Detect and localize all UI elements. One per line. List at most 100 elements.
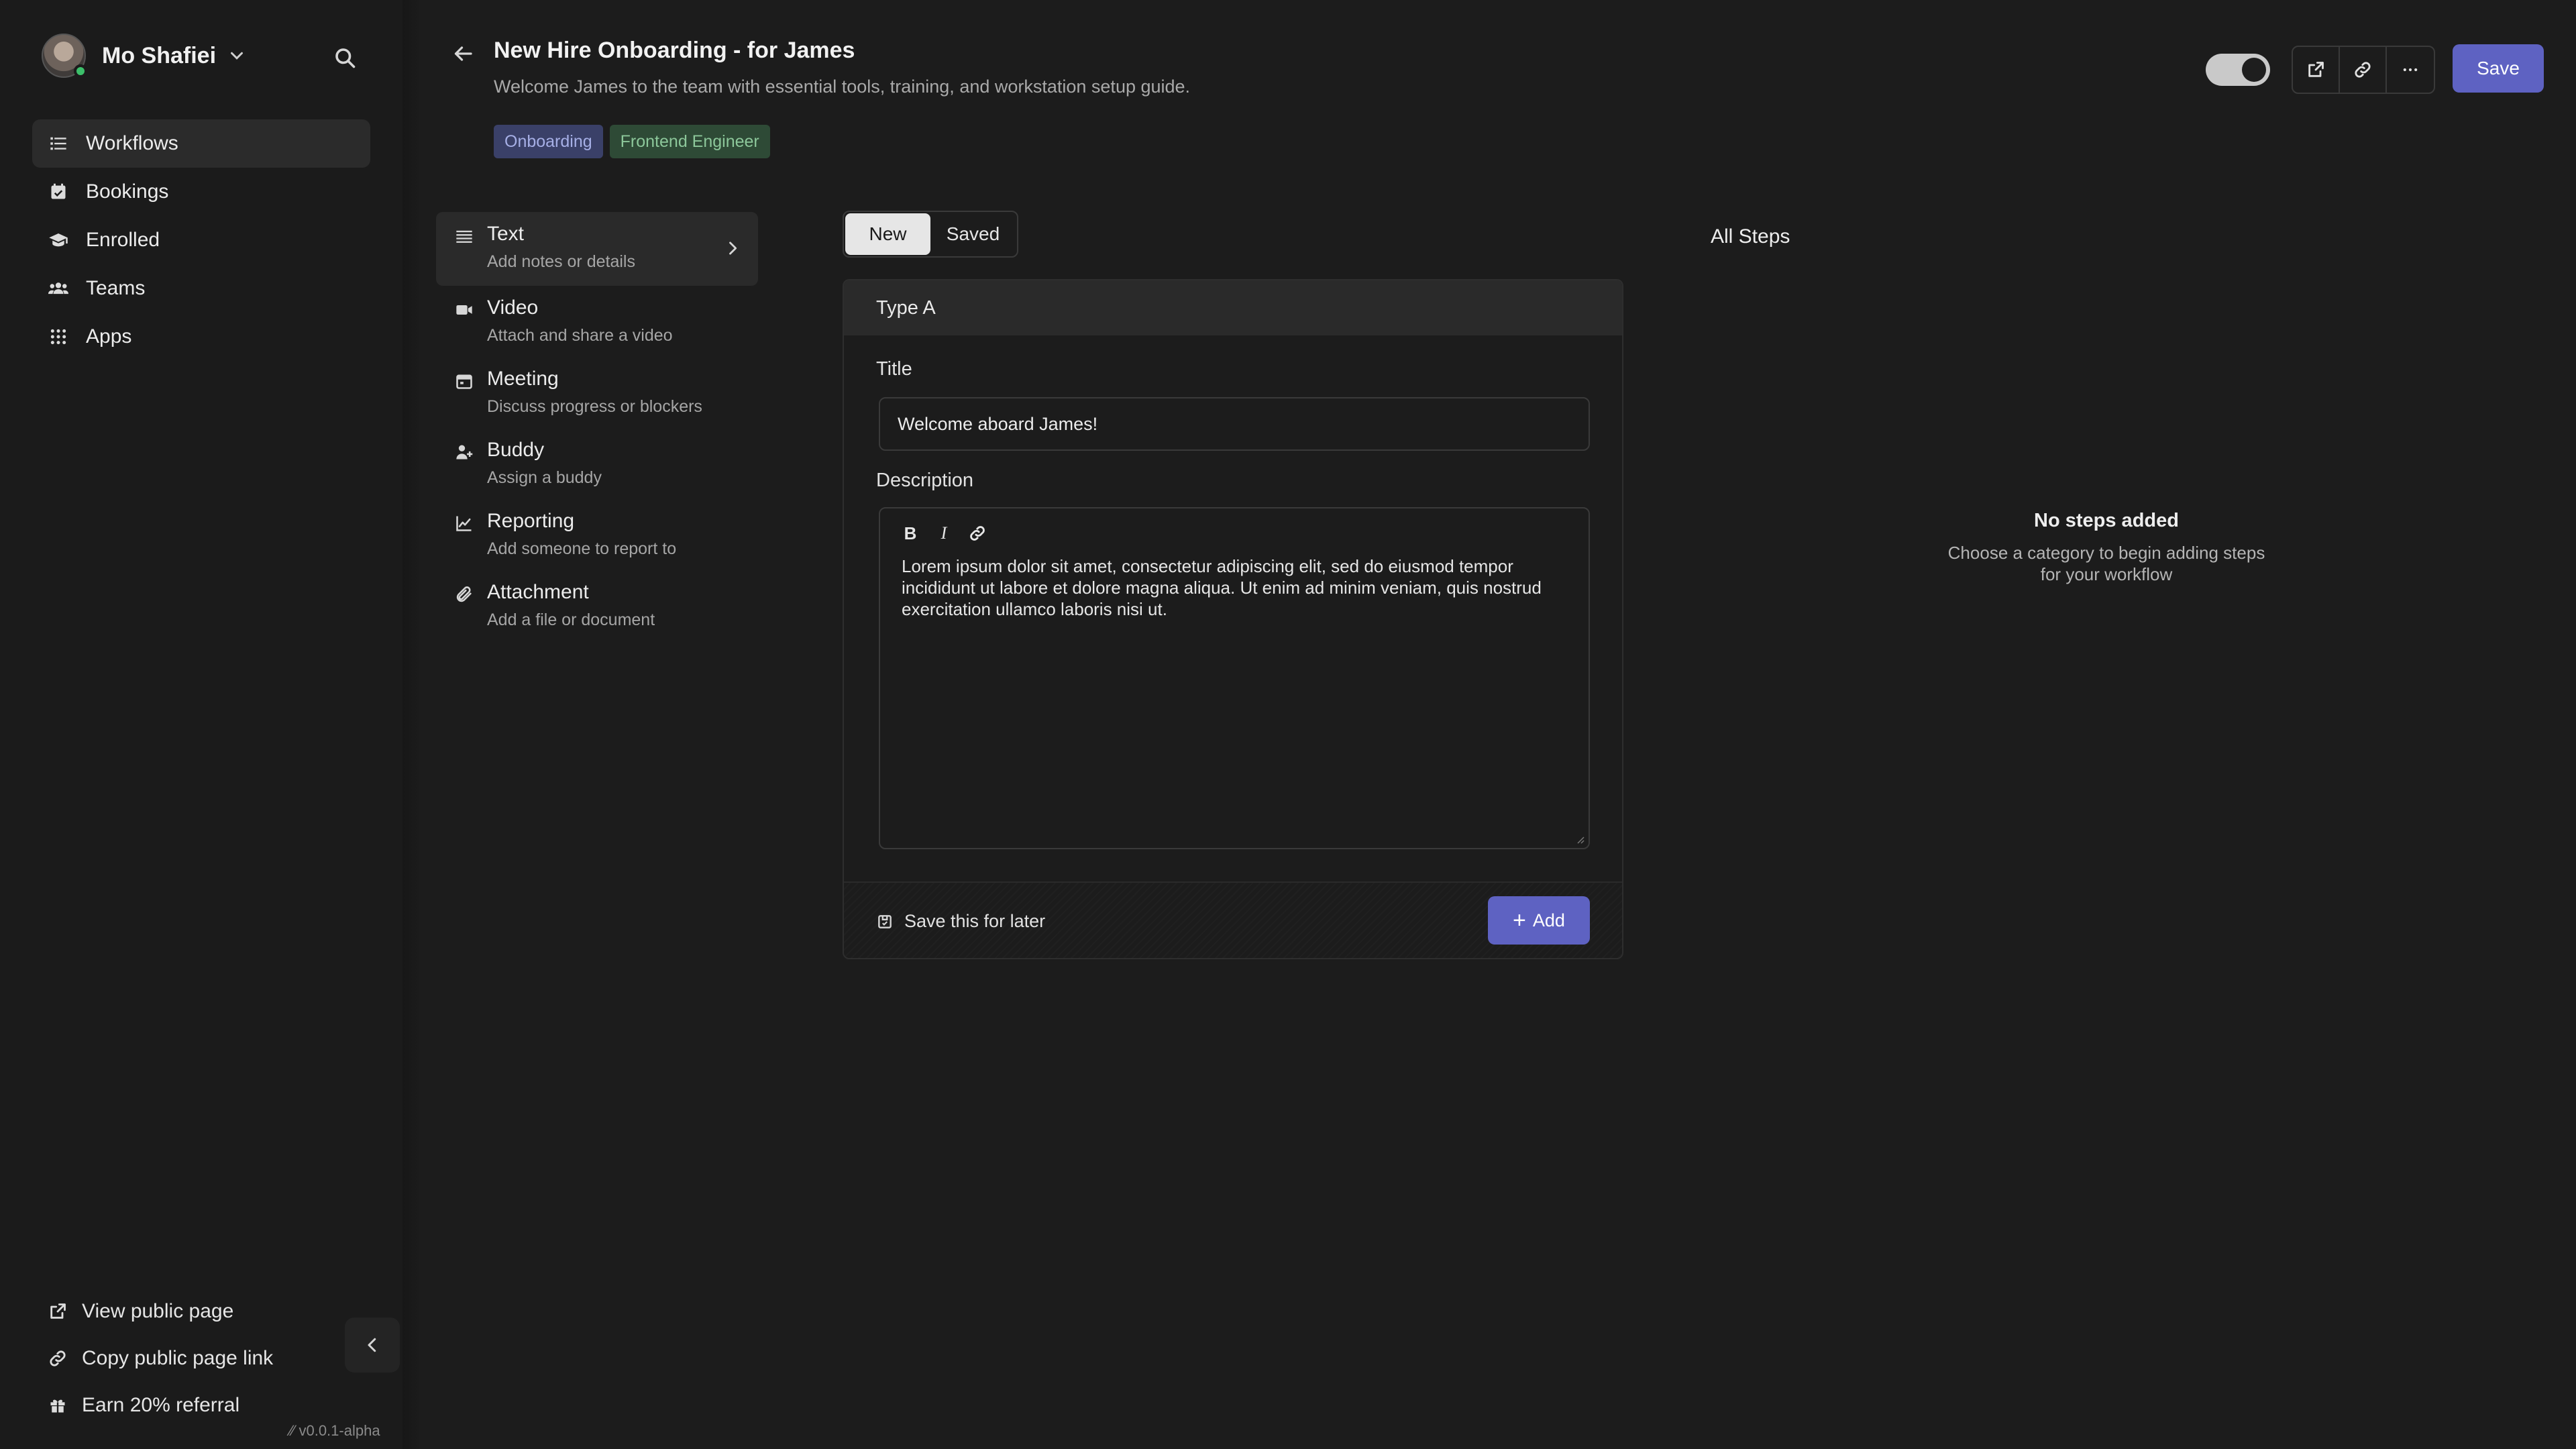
category-attachment[interactable]: Attachment Add a file or document — [436, 570, 758, 641]
category-video[interactable]: Video Attach and share a video — [436, 286, 758, 357]
page-subtitle: Welcome James to the team with essential… — [494, 76, 1191, 97]
link-icon — [970, 526, 985, 541]
insert-link-button[interactable] — [967, 523, 987, 543]
external-link-icon — [50, 1303, 66, 1319]
tab-saved[interactable]: Saved — [930, 213, 1016, 255]
collapse-sidebar-button[interactable] — [345, 1318, 400, 1373]
list-icon — [48, 133, 68, 154]
user-menu[interactable]: Mo Shafiei — [42, 34, 247, 78]
nav-label: Enrolled — [86, 229, 160, 251]
version-text: v0.0.1-alpha — [299, 1422, 380, 1439]
category-name: Attachment — [487, 581, 589, 603]
view-public-page-link[interactable]: View public page — [48, 1288, 273, 1335]
link-icon — [2355, 62, 2371, 78]
nav-item-bookings[interactable]: Bookings — [32, 168, 370, 216]
nav-item-enrolled[interactable]: Enrolled — [32, 216, 370, 264]
sidebar-divider — [402, 0, 421, 1449]
nav-item-apps[interactable]: Apps — [32, 313, 370, 361]
version-label: ⁄⁄ v0.0.1-alpha — [290, 1422, 380, 1439]
link-icon — [50, 1350, 66, 1366]
app-root: Mo Shafiei Workflows Bookings Enrolled T… — [0, 0, 2576, 1449]
empty-state-title: No steps added — [2034, 510, 2179, 531]
back-arrow-icon[interactable] — [451, 42, 475, 66]
description-label: Description — [876, 470, 974, 491]
save-icon — [878, 914, 892, 928]
category-name: Video — [487, 297, 539, 319]
chart-icon — [456, 516, 472, 531]
category-meeting[interactable]: Meeting Discuss progress or blockers — [436, 357, 758, 428]
category-desc: Add notes or details — [487, 252, 635, 271]
nav-item-teams[interactable]: Teams — [32, 264, 370, 313]
tab-new[interactable]: New — [845, 213, 930, 255]
open-external-button[interactable] — [2293, 47, 2340, 93]
card-title: Type A — [844, 280, 1622, 335]
users-icon — [48, 278, 68, 299]
earn-referral-label: Earn 20% referral — [82, 1394, 240, 1416]
category-text[interactable]: Text Add notes or details — [436, 212, 758, 286]
category-desc: Assign a buddy — [487, 468, 602, 487]
title-input[interactable]: Welcome aboard James! — [879, 397, 1590, 451]
tag-frontend-engineer[interactable]: Frontend Engineer — [609, 125, 770, 158]
publish-toggle[interactable] — [2206, 54, 2270, 86]
copy-public-link[interactable]: Copy public page link — [48, 1335, 273, 1382]
copy-link-button[interactable] — [2340, 47, 2387, 93]
category-name: Reporting — [487, 510, 575, 532]
tag-onboarding[interactable]: Onboarding — [494, 125, 603, 158]
card-footer: Save this for later + Add — [844, 881, 1622, 958]
category-buddy[interactable]: Buddy Assign a buddy — [436, 428, 758, 499]
add-step-button[interactable]: + Add — [1488, 896, 1590, 945]
gift-icon — [50, 1399, 65, 1413]
italic-button[interactable]: I — [934, 523, 954, 543]
chevron-left-icon — [368, 1338, 376, 1352]
tag-list: Onboarding Frontend Engineer — [494, 125, 770, 158]
page-title: New Hire Onboarding - for James — [494, 38, 855, 63]
toggle-knob — [2242, 58, 2266, 82]
external-link-icon — [2308, 62, 2324, 77]
bold-button[interactable]: B — [900, 523, 920, 543]
new-saved-switch: New Saved — [843, 211, 1018, 258]
nav-label: Workflows — [86, 132, 178, 154]
save-button[interactable]: Save — [2453, 44, 2544, 93]
step-form-card: Type A Title Welcome aboard James! Descr… — [843, 279, 1623, 959]
video-icon — [456, 305, 472, 315]
empty-state-description: Choose a category to begin adding steps … — [1947, 543, 2265, 584]
copy-public-link-label: Copy public page link — [82, 1347, 274, 1369]
sidebar: Mo Shafiei Workflows Bookings Enrolled T… — [0, 0, 402, 1449]
category-reporting[interactable]: Reporting Add someone to report to — [436, 499, 758, 570]
user-plus-icon — [456, 445, 473, 460]
category-desc: Attach and share a video — [487, 326, 673, 345]
category-name: Buddy — [487, 439, 545, 461]
nav-label: Bookings — [86, 180, 169, 203]
calendar-icon — [456, 374, 472, 389]
plus-icon: + — [1513, 908, 1526, 933]
more-horizontal-icon — [2403, 68, 2418, 72]
text-lines-icon — [456, 230, 472, 243]
save-for-later-label: Save this for later — [904, 911, 1046, 931]
more-options-button[interactable] — [2387, 47, 2434, 93]
editor-toolbar: B I — [900, 523, 987, 543]
category-desc: Add a file or document — [487, 610, 655, 629]
graduation-cap-icon — [48, 230, 68, 250]
category-name: Meeting — [487, 368, 559, 390]
main-nav: Workflows Bookings Enrolled Teams Apps — [32, 119, 370, 361]
chevron-down-icon — [231, 52, 244, 60]
sidebar-footer: View public page Copy public page link E… — [48, 1288, 273, 1429]
view-public-page-label: View public page — [82, 1300, 234, 1322]
nav-item-workflows[interactable]: Workflows — [32, 119, 370, 168]
category-list: Text Add notes or details Video Attach a… — [436, 212, 758, 641]
search-icon[interactable] — [333, 46, 357, 70]
all-steps-heading: All Steps — [1711, 225, 1790, 248]
save-for-later-button[interactable]: Save this for later — [876, 911, 1045, 932]
description-editor[interactable]: B I Lorem ipsum dolor sit amet, consecte… — [879, 507, 1590, 849]
grid-icon — [48, 327, 68, 347]
nav-label: Apps — [86, 325, 132, 347]
category-desc: Add someone to report to — [487, 539, 677, 558]
resize-handle-icon[interactable] — [1574, 833, 1585, 844]
chevron-right-icon — [729, 241, 737, 255]
title-label: Title — [876, 358, 912, 380]
earn-referral-link[interactable]: Earn 20% referral — [48, 1382, 273, 1429]
category-name: Text — [487, 223, 525, 245]
add-label: Add — [1532, 910, 1565, 930]
paperclip-icon — [456, 586, 472, 602]
nav-label: Teams — [86, 277, 146, 299]
